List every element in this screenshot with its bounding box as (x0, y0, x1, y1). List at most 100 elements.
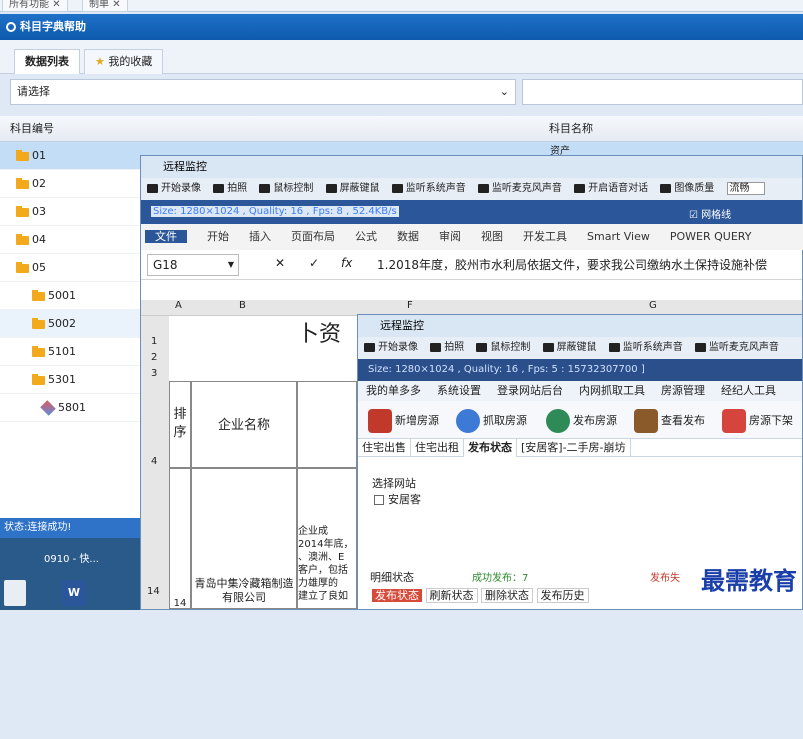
record-button[interactable]: 开始录像 (147, 183, 201, 194)
ribbon-tab[interactable]: 开始 (207, 230, 229, 243)
expand-icon[interactable]: ▶ (0, 143, 22, 171)
row-number[interactable]: 1 (151, 336, 157, 347)
expand-icon[interactable]: ▶ (0, 199, 22, 227)
menu-item[interactable]: 内网抓取工具 (579, 384, 645, 397)
ribbon-tab[interactable]: 审阅 (439, 230, 461, 243)
col-letter[interactable]: G (649, 300, 657, 311)
tab-refresh-status[interactable]: 刷新状态 (425, 588, 478, 603)
tab-anjuke[interactable]: [安居客]-二手房-崩坊 (517, 439, 631, 457)
col-letter[interactable]: F (407, 300, 413, 311)
ribbon-tab[interactable]: 页面布局 (291, 230, 335, 243)
excel-gridlines[interactable]: ☑ 网格线 (689, 206, 731, 221)
add-listing-button[interactable]: 新增房源 (368, 407, 439, 435)
block-input-button[interactable]: 屏蔽键鼠 (542, 342, 597, 353)
listen-mic-button[interactable]: 监听麦克风声音 (694, 342, 779, 353)
expand-icon[interactable]: ▶ (0, 367, 38, 395)
col-letter[interactable]: A (175, 300, 182, 311)
quality-select[interactable]: 流畅 (726, 182, 765, 195)
cell-ref-box[interactable]: G18 ▼ (147, 254, 239, 276)
tree-row[interactable]: ▶ 01 (0, 142, 145, 170)
publish-listing-button[interactable]: 发布房源 (546, 407, 617, 435)
ribbon-tab[interactable]: 数据 (397, 230, 419, 243)
mouse-control-button[interactable]: 鼠标控制 (476, 342, 530, 353)
tree-row[interactable]: ▶ 5002 (0, 310, 145, 338)
tab-rent[interactable]: 住宅出租 (411, 439, 464, 457)
tab-favorites[interactable]: ★ 我的收藏 (84, 49, 164, 74)
row-number[interactable]: 3 (151, 368, 157, 379)
expand-icon[interactable]: ▶ (0, 171, 22, 199)
ribbon-tab[interactable]: 视图 (481, 230, 503, 243)
tree-row[interactable]: ▶ 02 (0, 170, 145, 198)
photo-button[interactable]: 拍照 (430, 342, 464, 353)
ribbon-tab[interactable]: Smart View (587, 230, 650, 243)
expand-icon[interactable]: ▶ (0, 227, 22, 255)
tab-sale[interactable]: 住宅出售 (358, 439, 411, 457)
formula-input[interactable]: 1.2018年度，胶州市水利局依据文件，要求我公司缴纳水土保持设施补偿 (377, 256, 767, 273)
site-checkbox[interactable]: 安居客 (374, 491, 421, 507)
row14-name-cell[interactable]: 青岛中集冷藏箱制造有限公司 (191, 468, 297, 609)
header-name-cell[interactable]: 企业名称 (191, 381, 297, 468)
tree-row[interactable]: ▶ 5301 (0, 366, 145, 394)
row-number[interactable]: 4 (151, 456, 157, 467)
listen-mic-button[interactable]: 监听麦克风声音 (477, 183, 562, 194)
expand-icon[interactable]: ▶ (0, 339, 38, 367)
row14-f-cell[interactable]: 企业成 2014年底， 、澳洲、E 客户，包括 力雄厚的 建立了良如 (297, 468, 357, 609)
tree-row[interactable]: ▶ 03 (0, 198, 145, 226)
col-letter[interactable]: B (239, 300, 246, 311)
menu-item[interactable]: 登录网站后台 (497, 384, 563, 397)
subject-select[interactable]: 请选择 ⌄ (10, 79, 516, 105)
tab-all-functions[interactable]: 所有功能 ✕ (2, 0, 68, 12)
tree-row[interactable]: 5801 (0, 394, 145, 422)
row-number[interactable]: 2 (151, 352, 157, 363)
row-number[interactable]: 14 (147, 586, 160, 597)
tree-row[interactable]: ▶ 04 (0, 226, 145, 254)
confirm-icon[interactable]: ✓ (309, 256, 319, 270)
listen-system-button[interactable]: 监听系统声音 (391, 183, 466, 194)
image-quality-button[interactable]: 图像质量 (660, 183, 714, 194)
ribbon-tab[interactable]: 插入 (249, 230, 271, 243)
cancel-icon[interactable]: ✕ (275, 256, 285, 270)
ribbon-tab[interactable]: POWER QUERY (670, 230, 752, 243)
recycle-bin-icon[interactable] (4, 580, 26, 606)
fetch-listing-button[interactable]: 抓取房源 (456, 407, 527, 435)
tree-row[interactable]: ◢ 05 (0, 254, 145, 282)
tab-publish-status[interactable]: 发布状态 (372, 589, 422, 602)
tree-row[interactable]: ▶ 5101 (0, 338, 145, 366)
mouse-control-button[interactable]: 鼠标控制 (259, 183, 313, 194)
word-icon[interactable]: W (62, 580, 86, 606)
menu-item[interactable]: 房源管理 (661, 384, 705, 397)
delist-button[interactable]: 房源下架 (722, 407, 793, 435)
ribbon-tab-file[interactable]: 文件 (145, 230, 187, 243)
header-seq-cell[interactable]: 排序 (169, 381, 191, 468)
chevron-down-icon[interactable]: ▼ (228, 255, 234, 275)
header-f-cell[interactable] (297, 381, 357, 468)
menu-item[interactable]: 系统设置 (437, 384, 481, 397)
expand-icon[interactable]: ▶ (0, 311, 38, 339)
voice-chat-button[interactable]: 开启语音对话 (574, 183, 648, 194)
ribbon-tab[interactable]: 公式 (355, 230, 377, 243)
status-bar: 状态:连接成功! (0, 518, 145, 538)
tab-publish-status[interactable]: 发布状态 (464, 439, 517, 457)
row14-seq-cell[interactable]: 14 (169, 468, 191, 609)
chevron-down-icon[interactable]: ⌄ (500, 80, 509, 104)
photo-button[interactable]: 拍照 (213, 183, 247, 194)
tree-row[interactable]: ▶ 5001 (0, 282, 145, 310)
tab-data-list[interactable]: 数据列表 (14, 49, 80, 74)
menu-item[interactable]: 经纪人工具 (721, 384, 776, 397)
listen-system-button[interactable]: 监听系统声音 (608, 342, 683, 353)
close-icon[interactable]: ✕ (52, 0, 60, 10)
close-icon[interactable]: ✕ (112, 0, 120, 10)
tab-publish-history[interactable]: 发布历史 (536, 588, 589, 603)
ribbon-tab[interactable]: 开发工具 (523, 230, 567, 243)
block-input-button[interactable]: 屏蔽键鼠 (325, 183, 380, 194)
tab-delete-status[interactable]: 删除状态 (481, 588, 533, 603)
view-published-button[interactable]: 查看发布 (634, 407, 705, 435)
menu-item[interactable]: 我的单多多 (366, 384, 421, 397)
function-icon[interactable]: fx (341, 256, 352, 270)
name-search-input[interactable] (522, 79, 803, 105)
record-button[interactable]: 开始录像 (364, 342, 418, 353)
expand-icon[interactable]: ▶ (0, 283, 38, 311)
checkbox-icon[interactable] (374, 495, 384, 505)
tab-voucher[interactable]: 制单 ✕ (82, 0, 128, 12)
collapse-icon[interactable]: ◢ (0, 255, 22, 283)
